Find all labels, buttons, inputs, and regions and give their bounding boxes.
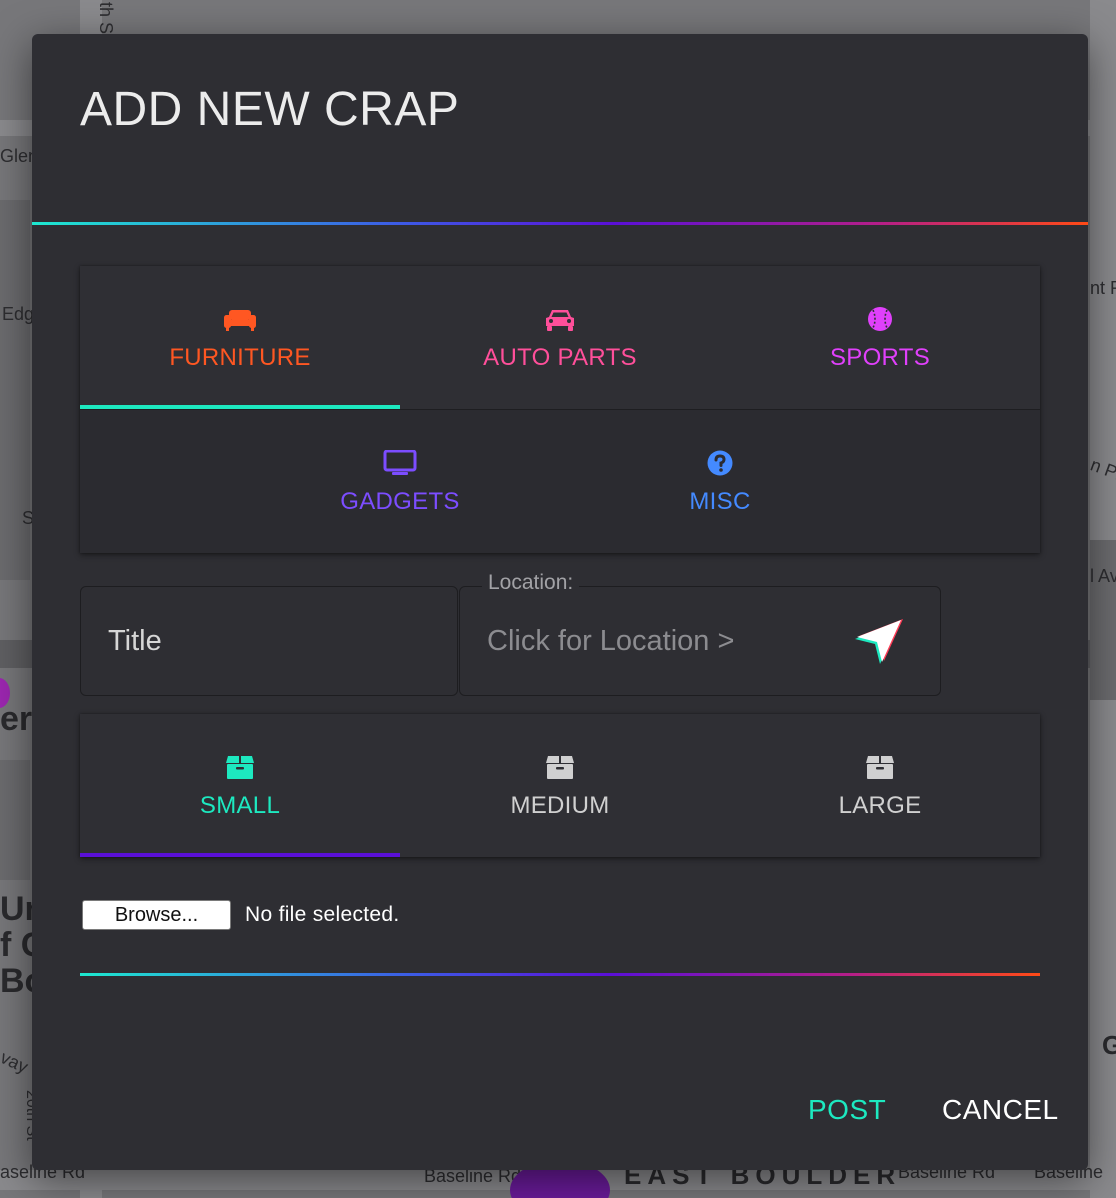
tab-label: GADGETS (340, 487, 460, 515)
tab-label: SMALL (199, 791, 281, 819)
add-item-dialog: ADD NEW CRAP FURNITURE AUTO PARTS SPORTS… (32, 34, 1088, 1170)
post-button[interactable]: POST (808, 1094, 886, 1126)
map-label: Edg (2, 304, 35, 324)
location-input[interactable] (487, 621, 847, 661)
active-tab-indicator (80, 853, 400, 857)
map-label: G (1102, 1030, 1116, 1060)
map-label: nt R (1090, 278, 1116, 298)
location-field: Location: (459, 571, 941, 696)
active-tab-indicator (80, 405, 400, 409)
map-label: er (0, 700, 33, 738)
file-status: No file selected. (245, 903, 400, 926)
tab-label: LARGE (838, 791, 922, 819)
tab-sports[interactable]: SPORTS (720, 266, 1040, 409)
map-label: vay (0, 1047, 32, 1078)
cancel-button[interactable]: CANCEL (942, 1094, 1059, 1126)
dialog-title: ADD NEW CRAP (80, 83, 460, 136)
category-tabs-row: GADGETS MISC (80, 410, 1040, 553)
header-divider (32, 222, 1088, 225)
category-tabs: FURNITURE AUTO PARTS SPORTS GADGETS MISC (80, 266, 1040, 553)
category-tabs-row: FURNITURE AUTO PARTS SPORTS (80, 266, 1040, 410)
location-arrow-icon[interactable] (852, 615, 906, 669)
tab-small[interactable]: SMALL (80, 714, 400, 857)
tab-large[interactable]: LARGE (720, 714, 1040, 857)
couch-icon (224, 309, 256, 331)
file-input: Browse... No file selected. (82, 900, 400, 930)
tab-furniture[interactable]: FURNITURE (80, 266, 400, 409)
browse-button[interactable]: Browse... (82, 900, 231, 930)
size-tabs: SMALL MEDIUM LARGE (80, 714, 1040, 857)
baseball-icon (868, 306, 892, 331)
tab-label: FURNITURE (169, 343, 311, 371)
tab-label: MISC (689, 487, 751, 515)
footer-divider (80, 973, 1040, 976)
title-field (80, 586, 458, 696)
tab-auto-parts[interactable]: AUTO PARTS (400, 266, 720, 409)
tab-label: AUTO PARTS (483, 343, 637, 371)
box-icon (866, 755, 894, 779)
title-input[interactable] (108, 621, 428, 661)
tab-label: MEDIUM (510, 791, 610, 819)
tab-label: SPORTS (829, 343, 931, 371)
box-icon (546, 755, 574, 779)
location-legend: Location: (482, 571, 580, 595)
tab-misc[interactable]: MISC (560, 410, 880, 553)
car-icon (546, 309, 574, 331)
tv-icon (383, 449, 417, 475)
size-tabs-row: SMALL MEDIUM LARGE (80, 714, 1040, 857)
tab-medium[interactable]: MEDIUM (400, 714, 720, 857)
box-icon (226, 755, 254, 779)
map-label: l Av (1090, 566, 1116, 586)
tab-gadgets[interactable]: GADGETS (240, 410, 560, 553)
question-circle-icon (707, 450, 733, 475)
